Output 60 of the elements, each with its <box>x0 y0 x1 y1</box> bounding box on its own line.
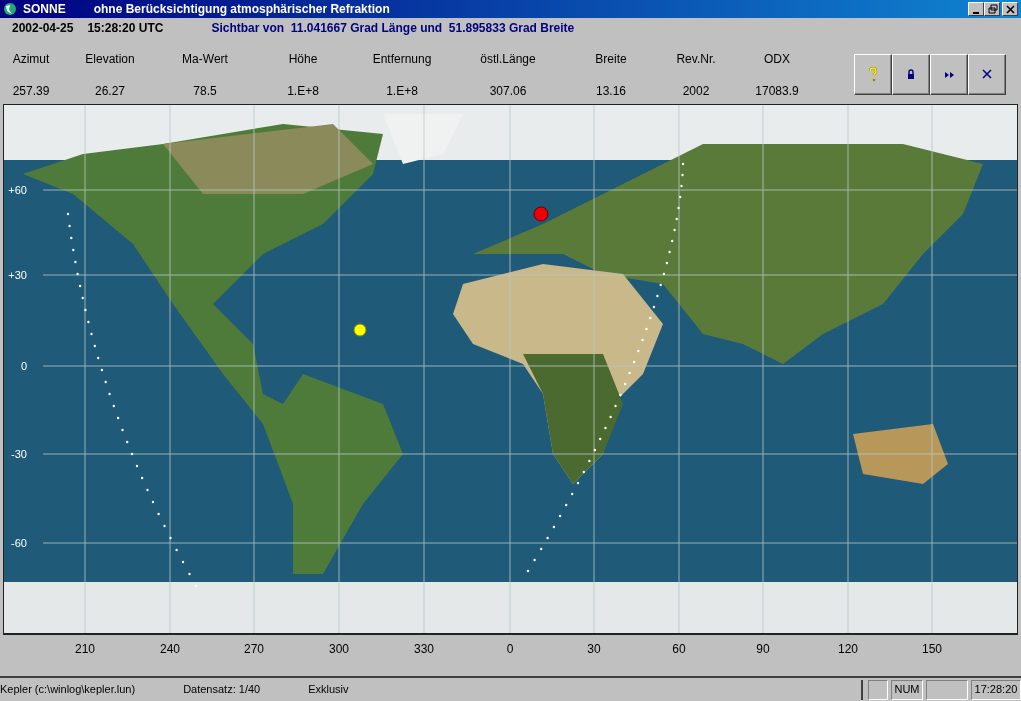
reading-value: 307.06 <box>488 83 528 100</box>
reading-label: Höhe <box>287 51 319 68</box>
reading-value: 26.27 <box>94 83 126 100</box>
latitude-label: +60 <box>8 184 27 196</box>
time-text: 15:28:20 UTC <box>87 20 164 37</box>
longitude-label: 240 <box>160 642 180 656</box>
reading-label: Elevation <box>84 51 136 68</box>
reading-value: 17083.9 <box>754 83 800 100</box>
reading-value: 2002 <box>681 83 711 100</box>
close-button[interactable] <box>968 54 1006 95</box>
reading-label: Ma-Wert <box>181 51 229 68</box>
minimize-button[interactable] <box>968 2 984 16</box>
reading-label: Rev.Nr. <box>675 51 717 68</box>
help-button[interactable] <box>854 54 892 95</box>
longitude-label: 60 <box>672 642 686 656</box>
longitude-label: 300 <box>329 642 349 656</box>
reading-value: 13.16 <box>595 83 627 100</box>
restore-icon <box>988 4 997 13</box>
file-name-text: Kepler (c:\winlog\kepler.lun) <box>0 682 136 698</box>
close-button[interactable] <box>1002 2 1018 16</box>
status-panel <box>926 679 968 700</box>
longitude-label: 120 <box>838 642 858 656</box>
forward-button[interactable] <box>930 54 968 95</box>
restore-button[interactable] <box>984 2 1000 16</box>
close-icon <box>1005 4 1015 14</box>
reading-label: östl.Länge <box>479 51 537 68</box>
help-icon <box>866 67 880 82</box>
reading-label: ODX <box>763 51 791 68</box>
date-text: 2002-04-25 <box>12 20 74 37</box>
longitude-label: 0 <box>506 642 514 656</box>
globe-icon <box>3 2 17 16</box>
longitude-label: 330 <box>414 642 434 656</box>
lock-button[interactable] <box>892 54 930 95</box>
longitude-label: 30 <box>587 642 601 656</box>
longitude-label: 210 <box>75 642 95 656</box>
record-text: Datensatz: 1/40 <box>183 682 261 698</box>
reading-label: Breite <box>594 51 628 68</box>
reading-label: Entfernung <box>371 51 433 68</box>
sun-marker <box>353 323 367 337</box>
longitude-label: 270 <box>244 642 264 656</box>
reading-value: 1.E+8 <box>286 83 320 100</box>
latitude-label: +30 <box>8 269 27 281</box>
status-panel: 17:28:20 <box>971 679 1021 700</box>
window-subtitle: ohne Berücksichtigung atmosphärischer Refraktion <box>93 1 390 18</box>
reading-label: Azimut <box>11 51 51 68</box>
longitude-label: 90 <box>756 642 770 656</box>
reading-value: 78.5 <box>192 83 218 100</box>
window-title: SONNE <box>23 1 66 18</box>
latitude-label: 0 <box>20 360 27 372</box>
observer-marker <box>533 206 549 222</box>
status-panel: NUM <box>891 679 923 700</box>
minimize-icon <box>972 11 979 14</box>
latitude-label: -60 <box>11 537 27 549</box>
status-panel <box>868 679 888 700</box>
location-text: Sichtbar von 11.041667 Grad Länge und 51.895833 Grad Breite <box>211 20 575 37</box>
longitude-label: 150 <box>922 642 942 656</box>
reading-value: 257.39 <box>11 83 51 100</box>
reading-value: 1.E+8 <box>385 83 419 100</box>
mode-text: Exklusiv <box>308 682 349 698</box>
latitude-label: -30 <box>11 448 27 460</box>
